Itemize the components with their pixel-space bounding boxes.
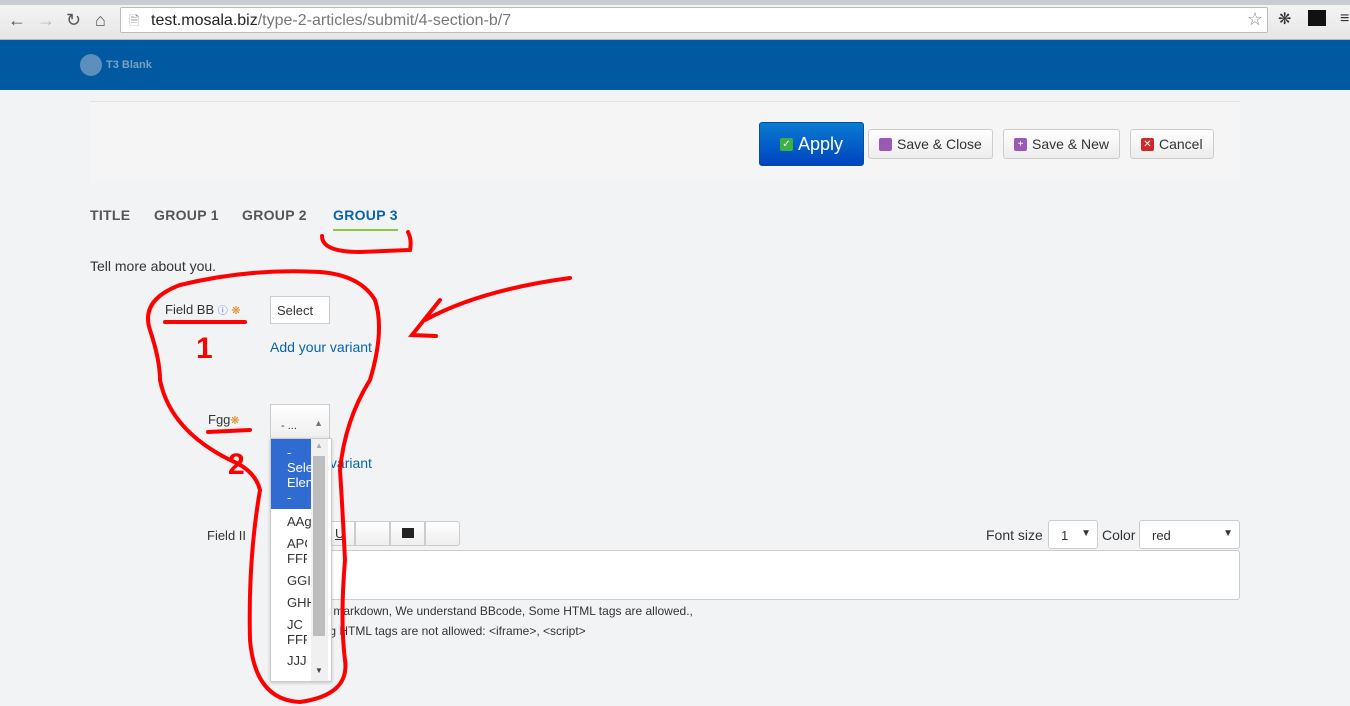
font-size-select[interactable]: 1 ▼: [1048, 520, 1098, 549]
site-header: T3 Blank: [0, 40, 1350, 90]
fgg-label: Fgg❋: [208, 412, 240, 427]
url-host: test.mosala.biz: [151, 12, 258, 29]
underline-icon: U: [335, 526, 345, 541]
address-bar[interactable]: 🗎 test.mosala.biz/type-2-articles/submit…: [120, 7, 1268, 33]
cancel-icon: ✕: [1141, 137, 1154, 151]
cancel-button[interactable]: ✕ Cancel: [1130, 129, 1214, 159]
field-bb-add-variant-link[interactable]: Add your variant: [270, 339, 372, 355]
annotation-number-1: 1: [196, 332, 213, 365]
dropdown-option[interactable]: JC FFF: [271, 617, 307, 647]
dropdown-option[interactable]: GGI: [271, 573, 313, 588]
field-bb-select[interactable]: Select: [270, 296, 330, 324]
forward-icon[interactable]: →: [37, 10, 55, 31]
fgg-dropdown-list: -SeleElen- AAg APC FFF GGI GHH JC FFF JJ…: [270, 438, 332, 682]
editor-button[interactable]: [355, 521, 390, 546]
annotation-number-2: 2: [228, 448, 245, 481]
chevron-down-icon: ▼: [1223, 528, 1233, 539]
help-text-line-2: ing HTML tags are not allowed: <iframe>,…: [320, 624, 586, 638]
annotation-underline-tab: [320, 230, 413, 255]
action-toolbar: ✓ Apply Save & Close + Save & New ✕ Cancel: [90, 101, 1240, 183]
intro-text: Tell more about you.: [90, 258, 217, 274]
color-select[interactable]: red ▼: [1139, 520, 1240, 549]
logo[interactable]: T3 Blank: [80, 54, 152, 76]
home-icon[interactable]: ⌂: [95, 10, 106, 31]
reload-icon[interactable]: ↻: [66, 10, 81, 31]
fgg-select[interactable]: - ... ▲: [270, 404, 330, 440]
field-ii-textarea[interactable]: [300, 550, 1240, 600]
reader-extension-icon[interactable]: [1308, 10, 1326, 26]
dropdown-option[interactable]: GHH: [271, 595, 313, 610]
scroll-up-icon[interactable]: ▲: [315, 441, 323, 450]
dropdown-option[interactable]: AAg: [271, 514, 313, 529]
field-ii-label: Field II: [207, 528, 247, 543]
back-icon[interactable]: ←: [8, 10, 26, 31]
browser-toolbar: ← → ↻ ⌂ 🗎 test.mosala.biz/type-2-article…: [0, 0, 1350, 40]
chevron-up-icon: ▲: [314, 418, 323, 428]
field-bb-label: Field BB ⓘ ❋: [165, 302, 241, 317]
scrollbar-thumb[interactable]: [313, 456, 325, 636]
tab-strip: [0, 0, 1350, 5]
tab-group-3[interactable]: GROUP 3: [333, 207, 398, 223]
dropdown-option[interactable]: APC FFF: [271, 536, 307, 566]
save-new-button[interactable]: + Save & New: [1003, 129, 1121, 159]
editor-button[interactable]: [425, 521, 460, 546]
save-new-icon: +: [1014, 137, 1027, 151]
help-icon[interactable]: ⓘ: [218, 306, 228, 317]
active-tab-indicator: [333, 229, 398, 231]
check-icon: ✓: [779, 137, 793, 151]
tab-title[interactable]: TITLE: [90, 207, 130, 223]
tab-group-2[interactable]: GROUP 2: [242, 207, 307, 223]
dropdown-scrollbar[interactable]: ▲ ▼: [311, 439, 328, 681]
apply-button[interactable]: ✓ Apply: [759, 122, 864, 166]
dropdown-option[interactable]: JJJ: [271, 653, 313, 668]
save-icon: [879, 137, 892, 151]
help-text-line-1: and markdown, We understand BBcode, Some…: [310, 604, 693, 618]
bug-extension-icon[interactable]: ❋: [1278, 9, 1291, 29]
required-icon: ❋: [230, 415, 240, 427]
annotation-arrow: [407, 276, 572, 338]
scroll-down-icon[interactable]: ▼: [315, 666, 323, 675]
image-icon: [402, 528, 414, 538]
page-icon: 🗎: [129, 13, 140, 28]
tab-group-1[interactable]: GROUP 1: [154, 207, 219, 223]
annotation-underline-fgg: [206, 428, 252, 434]
url-path: /type-2-articles/submit/4-section-b/7: [257, 12, 512, 29]
required-icon: ❋: [231, 305, 241, 317]
menu-icon[interactable]: ≡: [1340, 10, 1349, 28]
chevron-down-icon: ▼: [1081, 528, 1091, 539]
logo-icon: [80, 54, 102, 76]
font-size-label: Font size: [986, 527, 1043, 543]
star-icon[interactable]: ☆: [1247, 9, 1263, 30]
dropdown-option[interactable]: - Sele Elen -: [271, 439, 313, 509]
save-close-button[interactable]: Save & Close: [868, 129, 993, 159]
image-button[interactable]: [390, 521, 425, 546]
color-label: Color: [1102, 527, 1136, 543]
